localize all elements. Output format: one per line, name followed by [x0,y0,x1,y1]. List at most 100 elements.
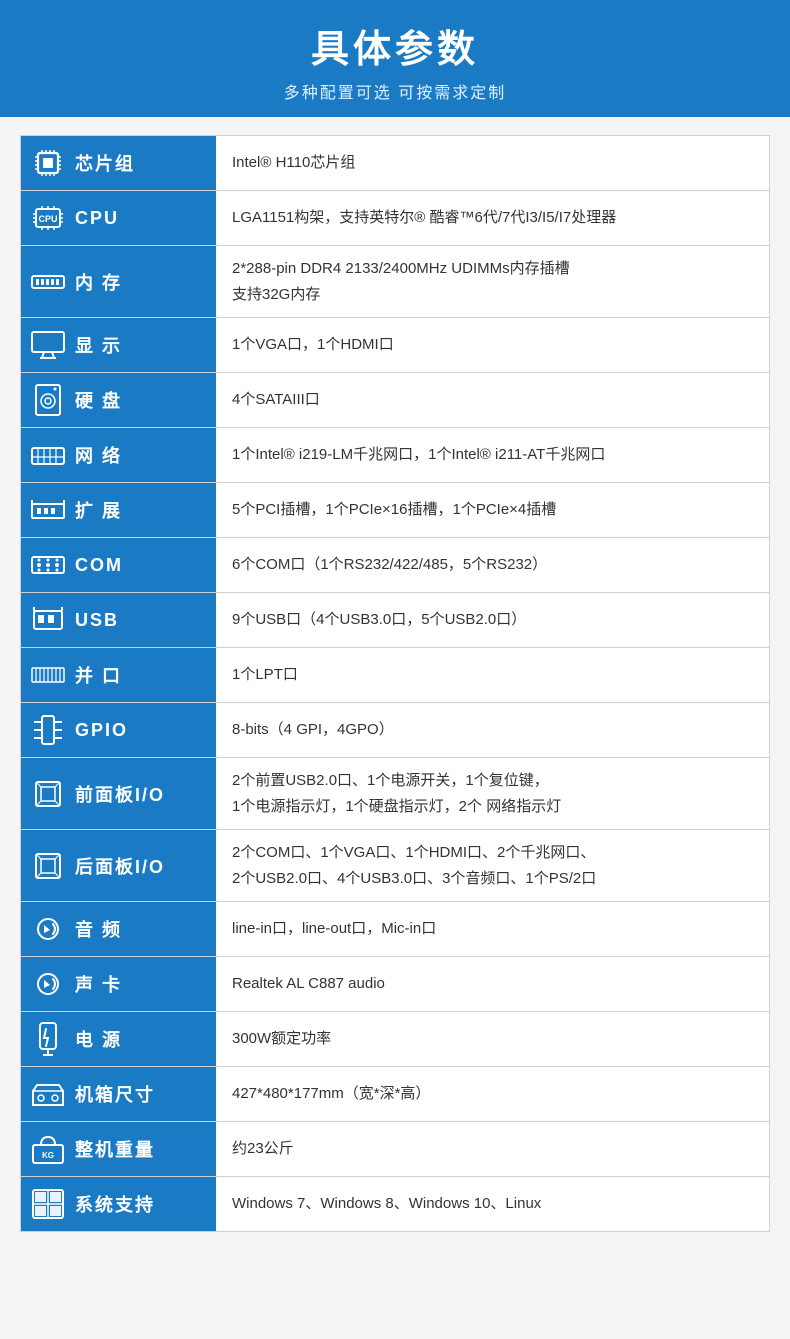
icon-hdd [29,381,67,419]
spec-value-reario: 2个COM口、1个VGA口、1个HDMI口、2个千兆网口、2个USB2.0口、4… [216,830,769,901]
spec-value-display: 1个VGA口，1个HDMI口 [216,318,769,372]
label-text-frontio: 前面板I/O [75,781,165,807]
spec-label-gpio: GPIO [21,703,216,757]
spec-label-power: 电 源 [21,1012,216,1066]
spec-row-reario: 后面板I/O 2个COM口、1个VGA口、1个HDMI口、2个千兆网口、2个USB… [21,830,769,902]
icon-reario [29,847,67,885]
spec-value-power: 300W额定功率 [216,1012,769,1066]
icon-display [29,326,67,364]
label-text-cpu: CPU [75,208,119,229]
page-title: 具体参数 [0,18,790,73]
icon-cpu: CPU [29,199,67,237]
spec-label-chipset: 芯片组 [21,136,216,190]
spec-row-casesize: 机箱尺寸 427*480*177mm（宽*深*高） [21,1067,769,1122]
label-text-audio: 音 频 [75,916,122,942]
spec-value-cpu: LGA1151构架，支持英特尔® 酷睿™6代/7代I3/I5/I7处理器 [216,191,769,245]
icon-frontio [29,775,67,813]
spec-row-parallel: 并 口 1个LPT口 [21,648,769,703]
spec-label-expansion: 扩 展 [21,483,216,537]
icon-usb [29,601,67,639]
spec-value-os: Windows 7、Windows 8、Windows 10、Linux [216,1177,769,1231]
spec-row-expansion: 扩 展 5个PCI插槽，1个PCIe×16插槽，1个PCIe×4插槽 [21,483,769,538]
label-text-usb: USB [75,610,119,631]
spec-table: 芯片组 Intel® H110芯片组 CPU CPU LGA1151构架，支持英特尔® … [20,135,770,1232]
spec-row-usb: USB 9个USB口（4个USB3.0口，5个USB2.0口） [21,593,769,648]
spec-value-hdd: 4个SATAIII口 [216,373,769,427]
spec-label-display: 显 示 [21,318,216,372]
label-text-os: 系统支持 [75,1191,155,1217]
spec-label-reario: 后面板I/O [21,830,216,901]
spec-row-hdd: 硬 盘 4个SATAIII口 [21,373,769,428]
label-text-weight: 整机重量 [75,1136,155,1162]
label-text-hdd: 硬 盘 [75,387,122,413]
page-subtitle: 多种配置可选 可按需求定制 [0,79,790,103]
spec-row-com: COM 6个COM口（1个RS232/422/485，5个RS232） [21,538,769,593]
spec-row-frontio: 前面板I/O 2个前置USB2.0口、1个电源开关，1个复位键，1个电源指示灯，1… [21,758,769,830]
label-text-expansion: 扩 展 [75,497,122,523]
spec-row-cpu: CPU CPU LGA1151构架，支持英特尔® 酷睿™6代/7代I3/I5/I7处… [21,191,769,246]
svg-text:KG: KG [42,1151,54,1160]
icon-parallel [29,656,67,694]
label-text-soundcard: 声 卡 [75,971,122,997]
svg-text:CPU: CPU [38,214,57,224]
spec-row-ram: 内 存 2*288-pin DDR4 2133/2400MHz UDIMMs内存插… [21,246,769,318]
label-text-ram: 内 存 [75,269,122,295]
spec-label-audio: 音 频 [21,902,216,956]
label-text-power: 电 源 [75,1026,122,1052]
spec-value-network: 1个Intel® i219-LM千兆网口，1个Intel® i211-AT千兆网… [216,428,769,482]
spec-label-frontio: 前面板I/O [21,758,216,829]
label-text-gpio: GPIO [75,720,128,741]
label-text-parallel: 并 口 [75,662,122,688]
icon-network [29,436,67,474]
label-text-network: 网 络 [75,442,122,468]
spec-row-network: 网 络 1个Intel® i219-LM千兆网口，1个Intel® i211-AT… [21,428,769,483]
icon-chipset [29,144,67,182]
spec-label-cpu: CPU CPU [21,191,216,245]
header: 具体参数 多种配置可选 可按需求定制 [0,0,790,117]
icon-soundcard [29,965,67,1003]
label-text-com: COM [75,555,123,576]
spec-label-casesize: 机箱尺寸 [21,1067,216,1121]
icon-com [29,546,67,584]
spec-row-power: 电 源 300W额定功率 [21,1012,769,1067]
icon-os [29,1185,67,1223]
spec-row-os: 系统支持 Windows 7、Windows 8、Windows 10、Linux [21,1177,769,1231]
label-text-display: 显 示 [75,332,122,358]
label-text-reario: 后面板I/O [75,853,165,879]
icon-casesize [29,1075,67,1113]
spec-label-weight: KG 整机重量 [21,1122,216,1176]
icon-audio [29,910,67,948]
icon-power [29,1020,67,1058]
spec-label-usb: USB [21,593,216,647]
spec-label-hdd: 硬 盘 [21,373,216,427]
spec-value-parallel: 1个LPT口 [216,648,769,702]
spec-label-parallel: 并 口 [21,648,216,702]
spec-row-gpio: GPIO 8-bits（4 GPI，4GPO） [21,703,769,758]
spec-value-usb: 9个USB口（4个USB3.0口，5个USB2.0口） [216,593,769,647]
spec-row-audio: 音 频 line-in口，line-out口，Mic-in口 [21,902,769,957]
spec-row-display: 显 示 1个VGA口，1个HDMI口 [21,318,769,373]
spec-label-com: COM [21,538,216,592]
spec-label-ram: 内 存 [21,246,216,317]
spec-value-com: 6个COM口（1个RS232/422/485，5个RS232） [216,538,769,592]
spec-value-gpio: 8-bits（4 GPI，4GPO） [216,703,769,757]
spec-value-expansion: 5个PCI插槽，1个PCIe×16插槽，1个PCIe×4插槽 [216,483,769,537]
spec-label-soundcard: 声 卡 [21,957,216,1011]
spec-value-frontio: 2个前置USB2.0口、1个电源开关，1个复位键，1个电源指示灯，1个硬盘指示灯… [216,758,769,829]
icon-weight: KG [29,1130,67,1168]
spec-value-casesize: 427*480*177mm（宽*深*高） [216,1067,769,1121]
spec-label-os: 系统支持 [21,1177,216,1231]
spec-value-soundcard: Realtek AL C887 audio [216,957,769,1011]
spec-row-chipset: 芯片组 Intel® H110芯片组 [21,136,769,191]
label-text-chipset: 芯片组 [75,150,135,176]
spec-value-chipset: Intel® H110芯片组 [216,136,769,190]
icon-ram [29,263,67,301]
spec-row-soundcard: 声 卡 Realtek AL C887 audio [21,957,769,1012]
spec-row-weight: KG 整机重量 约23公斤 [21,1122,769,1177]
icon-expansion [29,491,67,529]
label-text-casesize: 机箱尺寸 [75,1081,155,1107]
spec-value-audio: line-in口，line-out口，Mic-in口 [216,902,769,956]
icon-gpio [29,711,67,749]
spec-value-ram: 2*288-pin DDR4 2133/2400MHz UDIMMs内存插槽支持… [216,246,769,317]
spec-value-weight: 约23公斤 [216,1122,769,1176]
